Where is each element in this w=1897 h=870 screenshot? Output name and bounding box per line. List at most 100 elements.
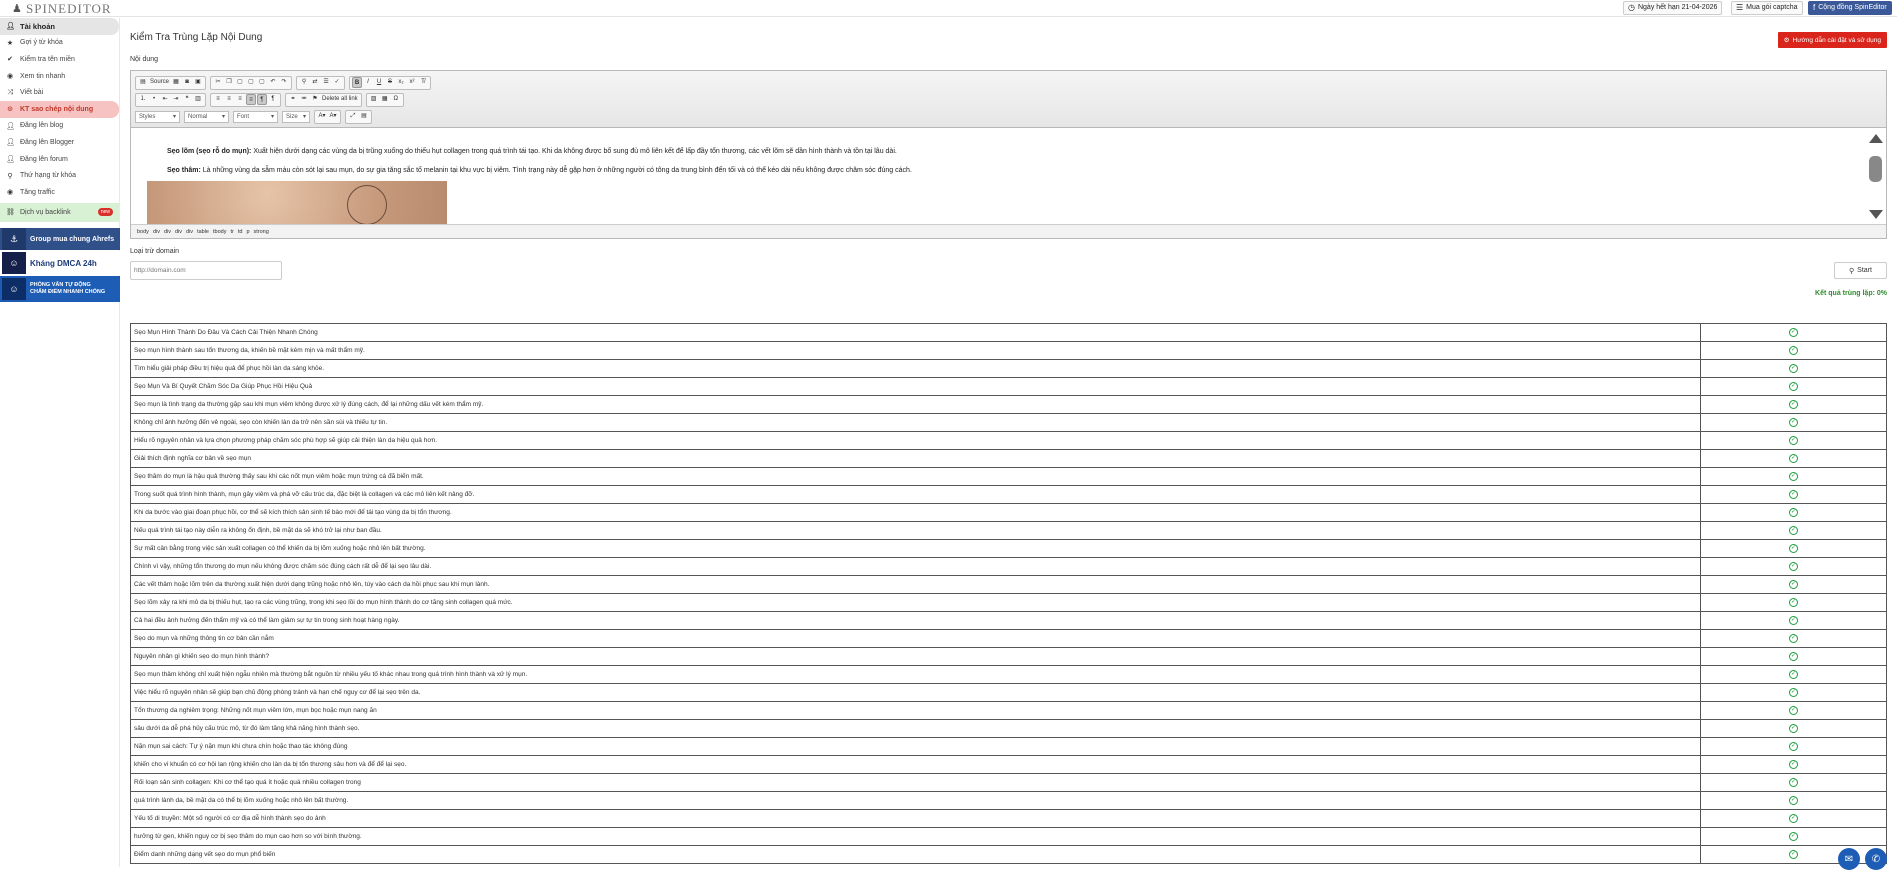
- save-icon[interactable]: ▦: [171, 77, 181, 88]
- div-icon[interactable]: ▥: [193, 94, 203, 105]
- subscript-icon[interactable]: x₂: [396, 77, 406, 88]
- size-select[interactable]: Size ▾: [282, 110, 310, 123]
- maximize-icon[interactable]: ⤢: [348, 111, 358, 122]
- image-icon[interactable]: ▨: [369, 94, 379, 105]
- copy-icon[interactable]: ❐: [224, 77, 234, 88]
- blockquote-icon[interactable]: ❝: [182, 94, 192, 105]
- editor-scrollbar[interactable]: [1864, 128, 1886, 225]
- row-sentence: Khi da bước vào giai đoạn phục hồi, cơ t…: [130, 503, 1701, 522]
- cut-icon[interactable]: ✂: [213, 77, 223, 88]
- sidebar-item-domain-check[interactable]: ✔ Kiểm tra tên miền: [0, 51, 119, 68]
- interview-banner-line2: CHẤM ĐIỂM NHANH CHÓNG: [30, 289, 106, 295]
- superscript-icon[interactable]: x²: [407, 77, 417, 88]
- row-sentence: sâu dưới da dễ phá hủy cấu trúc mô, từ đ…: [130, 719, 1701, 738]
- sidebar-item-post-forum[interactable]: 👤︎ Đăng lên forum: [0, 151, 119, 168]
- community-button[interactable]: f Cộng đồng SpinEditor: [1808, 1, 1892, 15]
- anchor-icon[interactable]: ⚑: [310, 94, 320, 105]
- indent-icon[interactable]: ⇥: [171, 94, 181, 105]
- numbered-list-icon[interactable]: ⒈: [138, 94, 148, 105]
- path-item[interactable]: table: [197, 229, 209, 235]
- scroll-thumb[interactable]: [1869, 156, 1882, 182]
- underline-icon[interactable]: U: [374, 77, 384, 88]
- format-select[interactable]: Normal ▾: [184, 110, 229, 123]
- remove-format-icon[interactable]: T̸: [418, 77, 428, 88]
- source-button[interactable]: Source: [149, 77, 170, 88]
- find-icon[interactable]: ⚲: [299, 77, 309, 88]
- table-row: Cả hai đều ảnh hưởng đến thẩm mỹ và có t…: [130, 611, 1887, 630]
- font-select[interactable]: Font ▾: [233, 110, 278, 123]
- bg-color-icon[interactable]: A▾: [328, 111, 338, 122]
- bullet-list-icon[interactable]: •: [149, 94, 159, 105]
- path-item[interactable]: div: [153, 229, 160, 235]
- justify-icon[interactable]: ≡: [246, 94, 256, 105]
- scroll-down-icon[interactable]: [1869, 210, 1883, 219]
- path-item[interactable]: body: [137, 229, 149, 235]
- sidebar-item-backlink[interactable]: ⛓ Dịch vụ backlink new: [0, 202, 119, 222]
- paste-text-icon[interactable]: ▢: [246, 77, 256, 88]
- path-item[interactable]: div: [164, 229, 171, 235]
- text-color-icon[interactable]: A▾: [317, 111, 327, 122]
- select-all-icon[interactable]: ☰: [321, 77, 331, 88]
- path-item[interactable]: div: [186, 229, 193, 235]
- path-item[interactable]: td: [238, 229, 243, 235]
- delete-all-link-button[interactable]: Delete all link: [321, 94, 359, 105]
- row-status: ✓: [1700, 323, 1887, 342]
- sidebar-item-keyword-suggest[interactable]: ★ Gợi ý từ khóa: [0, 35, 119, 52]
- row-sentence: Chính vì vậy, những tổn thương do mụn nế…: [130, 557, 1701, 576]
- replace-icon[interactable]: ⇄: [310, 77, 320, 88]
- exclude-domain-input[interactable]: [130, 261, 282, 280]
- sidebar-item-keyword-rank[interactable]: ⚲ Thứ hạng từ khóa: [0, 167, 119, 184]
- align-right-icon[interactable]: ≡: [235, 94, 245, 105]
- special-char-icon[interactable]: Ω: [391, 94, 401, 105]
- path-item[interactable]: p: [246, 229, 249, 235]
- sidebar-item-account[interactable]: 👤︎ Tài khoản: [0, 18, 119, 35]
- path-item[interactable]: div: [175, 229, 182, 235]
- sidebar-item-post-blog[interactable]: 👤︎ Đăng lên blog: [0, 118, 119, 135]
- rtl-icon[interactable]: ¶: [268, 94, 278, 105]
- align-center-icon[interactable]: ≡: [224, 94, 234, 105]
- italic-icon[interactable]: I: [363, 77, 373, 88]
- strike-icon[interactable]: S: [385, 77, 395, 88]
- redo-icon[interactable]: ↷: [279, 77, 289, 88]
- show-blocks-icon[interactable]: ▤: [359, 111, 369, 122]
- bold-icon[interactable]: B: [352, 77, 363, 88]
- outdent-icon[interactable]: ⇤: [160, 94, 170, 105]
- interview-banner[interactable]: ☺ PHỎNG VẤN TỰ ĐỘNG CHẤM ĐIỂM NHANH CHÓN…: [0, 276, 120, 302]
- styles-select[interactable]: Styles ▾: [135, 110, 180, 123]
- align-left-icon[interactable]: ≡: [213, 94, 223, 105]
- start-button[interactable]: ⚲ Start: [1834, 262, 1887, 279]
- ltr-icon[interactable]: ¶: [257, 94, 267, 105]
- sidebar-item-post-blogger[interactable]: 👤︎ Đăng lên Blogger: [0, 134, 119, 151]
- scroll-up-icon[interactable]: [1869, 134, 1883, 143]
- table-icon[interactable]: ▦: [380, 94, 390, 105]
- undo-icon[interactable]: ↶: [268, 77, 278, 88]
- dmca-banner[interactable]: ☺ Kháng DMCA 24h: [0, 251, 120, 275]
- guide-button[interactable]: ⚙ Hướng dẫn cài đặt và sử dụng: [1777, 32, 1887, 48]
- preview-icon[interactable]: ▣: [193, 77, 203, 88]
- link-icon[interactable]: ⚭: [288, 94, 298, 105]
- editor-image[interactable]: [147, 181, 447, 225]
- table-row: Khi da bước vào giai đoạn phục hồi, cơ t…: [130, 503, 1887, 522]
- buy-captcha-button[interactable]: ☰ Mua gói captcha: [1731, 1, 1803, 15]
- path-item[interactable]: strong: [254, 229, 269, 235]
- ahrefs-banner[interactable]: ⚓ Group mua chung Ahrefs: [0, 228, 120, 250]
- paste-icon[interactable]: ▢: [235, 77, 245, 88]
- expiry-button[interactable]: ◷ Ngày hết hạn 21-04-2026: [1623, 1, 1723, 15]
- sidebar-item-quick-news[interactable]: ◉ Xem tin nhanh: [0, 68, 119, 85]
- sidebar-item-traffic[interactable]: ◉ Tăng traffic: [0, 184, 119, 201]
- new-page-icon[interactable]: ◙: [182, 77, 192, 88]
- spellcheck-icon[interactable]: ✓: [332, 77, 342, 88]
- path-item[interactable]: tbody: [213, 229, 226, 235]
- paste-word-icon[interactable]: ▢: [257, 77, 267, 88]
- rich-text-editor[interactable]: ▤ Source ▦ ◙ ▣ ✂ ❐ ▢ ▢ ▢ ↶ ↷ ⚲ ⇄ ☰ ✓ B I…: [130, 70, 1887, 239]
- row-status: ✓: [1700, 431, 1887, 450]
- results-table-body: Sẹo Mụn Hình Thành Do Đâu Và Cách Cải Th…: [130, 323, 1887, 864]
- unlink-icon[interactable]: ⚮: [299, 94, 309, 105]
- path-item[interactable]: tr: [230, 229, 233, 235]
- row-sentence: Các vết thâm hoặc lõm trên da thường xuấ…: [130, 575, 1701, 594]
- sidebar-item-copy-check[interactable]: ⊙ KT sao chép nội dung: [0, 100, 119, 118]
- logo[interactable]: ♟ SPINEDITOR: [12, 1, 112, 16]
- sidebar-item-write-article[interactable]: ⤨ Viết bài: [0, 84, 119, 101]
- check-circle-icon: ✓: [1789, 778, 1798, 787]
- editor-body[interactable]: Sẹo lõm (sẹo rỗ do mụn): Xuất hiện dưới …: [131, 128, 1886, 225]
